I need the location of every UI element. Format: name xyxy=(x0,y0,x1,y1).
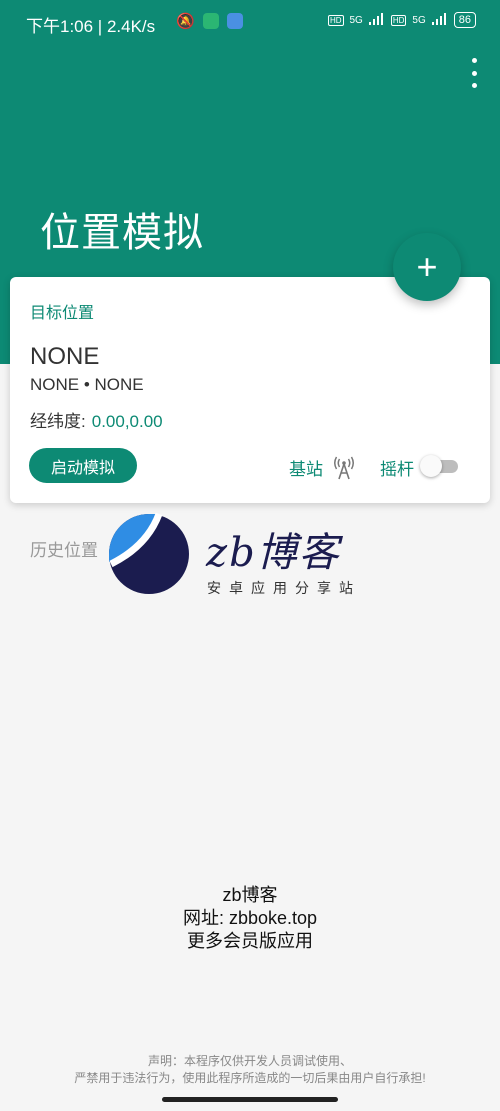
network-type-2: 5G xyxy=(412,14,426,26)
watermark-subtitle: 安卓应用分享站 xyxy=(207,580,361,596)
hd-icon: HD xyxy=(327,14,344,26)
watermark-logo-icon xyxy=(109,512,189,594)
location-name: NONE xyxy=(30,343,100,370)
start-simulation-button[interactable]: 启动模拟 xyxy=(29,448,137,483)
bell-muted-icon: 🔕 xyxy=(176,13,195,30)
joystick-label: 摇杆 xyxy=(380,460,414,479)
target-location-card: 目标位置 NONE NONE • NONE 经纬度: 0.00,0.00 启动模拟… xyxy=(10,277,490,503)
coordinates-value: 0.00,0.00 xyxy=(91,412,163,431)
status-notification-icons: 🔕 xyxy=(176,12,243,30)
coordinates-label: 经纬度: xyxy=(30,412,86,431)
promo-line-2: 网址: zbboke.top xyxy=(182,908,318,928)
battery-icon: 86 xyxy=(453,12,476,28)
shield-app-icon xyxy=(202,13,219,29)
coordinates: 经纬度: 0.00,0.00 xyxy=(30,407,163,432)
disclaimer-line-1: 声明：本程序仅供开发人员调试使用、 xyxy=(147,1054,352,1068)
promo-text: zb博客 网址: zbboke.top 更多会员版应用 xyxy=(0,884,500,953)
plus-icon: + xyxy=(416,246,438,287)
promo-line-1: zb博客 xyxy=(222,885,278,905)
add-location-button[interactable]: + xyxy=(393,233,461,301)
signal-icon xyxy=(431,12,448,28)
page-title: 位置模拟 xyxy=(40,211,204,255)
status-bar: 下午1:06 | 2.4K/s 🔕 HD 5G HD 5G 86 xyxy=(0,0,500,40)
status-time: 下午1:06 | 2.4K/s xyxy=(26,17,156,36)
signal-icon xyxy=(368,12,385,28)
watermark-title: zb博客 xyxy=(206,530,341,576)
card-label: 目标位置 xyxy=(30,305,95,322)
base-station-label: 基站 xyxy=(289,460,323,479)
home-indicator[interactable] xyxy=(162,1097,338,1102)
location-subtitle: NONE • NONE xyxy=(30,375,144,394)
disclaimer: 声明：本程序仅供开发人员调试使用、 严禁用于违法行为，使用此程序所造成的一切后果… xyxy=(0,1053,500,1087)
disclaimer-line-2: 严禁用于违法行为，使用此程序所造成的一切后果由用户自行承担! xyxy=(74,1071,426,1085)
history-section-label: 历史位置 xyxy=(30,541,98,560)
hd-icon: HD xyxy=(390,14,407,26)
antenna-icon xyxy=(334,456,354,479)
calendar-app-icon xyxy=(226,13,243,29)
promo-line-3: 更多会员版应用 xyxy=(187,931,313,951)
overflow-menu-icon[interactable] xyxy=(466,58,482,88)
network-type-1: 5G xyxy=(349,14,363,26)
status-system-icons: HD 5G HD 5G 86 xyxy=(327,12,476,28)
base-station-option[interactable]: 基站 xyxy=(289,455,355,480)
joystick-toggle[interactable] xyxy=(420,453,458,479)
